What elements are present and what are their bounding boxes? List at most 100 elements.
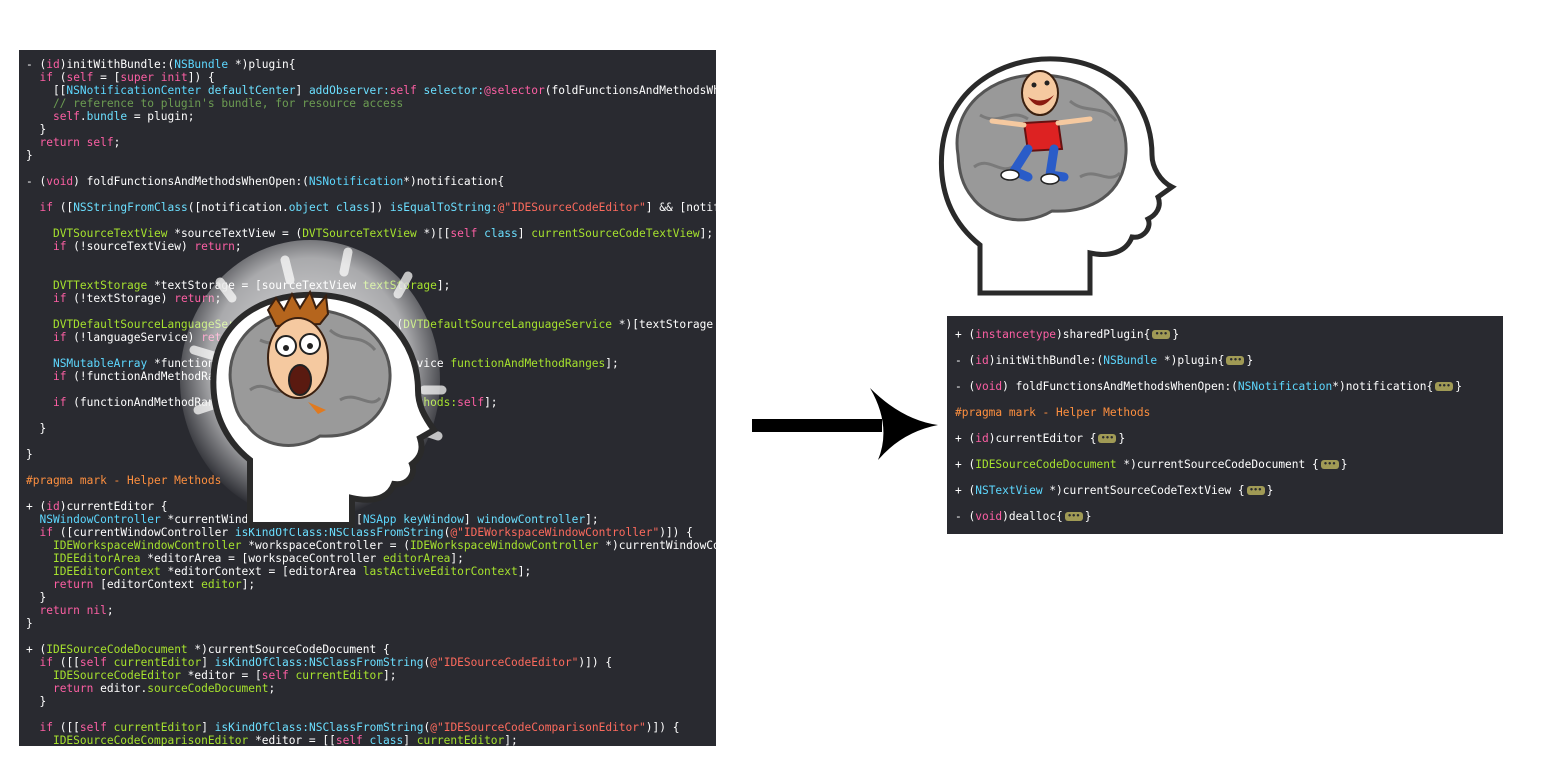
code-token: if — [52, 370, 67, 383]
code-token: + ( — [955, 484, 976, 497]
code-token: ] — [201, 721, 215, 734]
code-token: if — [39, 656, 53, 669]
code-token: isKindOfClass: — [214, 721, 309, 734]
code-token: instancetype — [975, 328, 1057, 341]
code-token: currentSourceCodeTextView — [531, 227, 700, 240]
code-token: *)plugin{ — [228, 58, 296, 71]
code-token: @"IDESourceCodeComparisonEditor" — [430, 721, 646, 734]
code-line: IDEEditorContext *editorContext = [edito… — [26, 565, 716, 578]
code-token: IDEEditorArea — [52, 552, 141, 565]
fold-ellipsis-button[interactable]: ••• — [1064, 511, 1083, 521]
code-token: ]; — [517, 565, 532, 578]
code-line: - (id)initWithBundle:(NSBundle *)plugin{ — [26, 58, 716, 71]
arrow-right-icon — [752, 388, 938, 460]
code-line: } — [26, 617, 716, 630]
fold-ellipsis-button[interactable]: ••• — [1098, 433, 1117, 443]
code-token: } — [26, 617, 33, 630]
code-token: currentEditor — [416, 734, 505, 746]
code-token: NSNotificationCenter — [66, 84, 202, 97]
code-token: (!sourceTextView) — [66, 240, 195, 253]
folded-code-line: - (void)dealloc{•••} — [955, 510, 1092, 524]
code-line: - (void) foldFunctionsAndMethodsWhenOpen… — [26, 175, 716, 188]
code-token: } — [1266, 484, 1274, 497]
code-token: } — [1118, 432, 1126, 445]
code-token: } — [1084, 510, 1092, 523]
code-token: return — [52, 578, 94, 591]
code-line: return nil; — [26, 604, 716, 617]
code-token: isKindOfClass: — [214, 656, 309, 669]
code-token: ]; — [241, 578, 256, 591]
code-token: sourceCodeDocument — [147, 682, 269, 695]
code-token: nil — [86, 604, 107, 617]
code-token: functionAndMethodRanges — [450, 357, 606, 370]
code-token: IDESourceCodeDocument — [46, 643, 188, 656]
code-token: void — [975, 510, 1003, 523]
code-token: *)[textStorage — [612, 318, 716, 331]
code-token: - ( — [955, 510, 976, 523]
fold-ellipsis-button[interactable]: ••• — [1435, 381, 1454, 391]
code-line: return editor.sourceCodeDocument; — [26, 682, 716, 695]
code-token: } — [1455, 380, 1463, 393]
code-token: *editor = [ — [180, 669, 262, 682]
code-line: [[NSNotificationCenter defaultCenter] ad… — [26, 84, 716, 97]
code-token: } — [26, 123, 47, 136]
fold-ellipsis-button[interactable]: ••• — [1320, 459, 1339, 469]
code-token: ([[ — [52, 656, 80, 669]
code-token: editorArea — [383, 552, 451, 565]
folded-code-line: - (id)initWithBundle:(NSBundle *)plugin{… — [955, 354, 1253, 368]
code-token: self — [86, 136, 114, 149]
folded-code-line: + (instancetype)sharedPlugin{•••} — [955, 328, 1179, 342]
code-token: } — [26, 422, 47, 435]
code-token: editor. — [93, 682, 148, 695]
code-token: DVTSourceTextView — [52, 227, 168, 240]
code-token: super — [120, 71, 155, 84]
code-token: if — [52, 331, 67, 344]
fold-ellipsis-button[interactable]: ••• — [1226, 355, 1245, 365]
code-token: ]) — [369, 201, 390, 214]
code-token: self — [52, 110, 80, 123]
fold-ellipsis-button[interactable]: ••• — [1152, 329, 1171, 339]
code-line: } — [26, 695, 716, 708]
code-token: ] — [295, 84, 309, 97]
code-token: selector: — [423, 84, 485, 97]
code-token: ]; — [484, 396, 498, 409]
code-token: class — [335, 201, 370, 214]
code-token: NSNotification — [308, 175, 404, 188]
code-token: self — [389, 84, 417, 97]
code-token: id — [975, 432, 989, 445]
code-token: self — [66, 71, 94, 84]
code-token: if — [39, 526, 53, 539]
code-token: *)currentSourceCodeDocument { — [1116, 458, 1319, 471]
code-token: isEqualToString: — [389, 201, 498, 214]
code-token: + ( — [26, 500, 47, 513]
code-token: ]) { — [187, 71, 215, 84]
fold-ellipsis-button[interactable]: ••• — [1246, 485, 1265, 495]
folded-code-editor[interactable]: + (instancetype)sharedPlugin{•••} - (id)i… — [947, 316, 1503, 534]
code-token: + ( — [955, 458, 976, 471]
code-token: self — [261, 669, 289, 682]
code-line: IDESourceCodeComparisonEditor *editor = … — [26, 734, 716, 746]
code-token: *editorArea = [workspaceController — [140, 552, 383, 565]
code-token: currentEditor — [113, 721, 202, 734]
code-token: id — [975, 354, 989, 367]
code-token: ) foldFunctionsAndMethodsWhenOpen:( — [1002, 380, 1238, 393]
code-token: if — [39, 71, 53, 84]
code-token: )currentEditor { — [59, 500, 168, 513]
code-token: )currentEditor { — [988, 432, 1097, 445]
code-token: ] — [403, 734, 417, 746]
code-token: ( — [52, 71, 67, 84]
code-token: DVTTextStorage — [52, 279, 148, 292]
code-token: NSClassFromString — [308, 656, 424, 669]
scared-head-icon — [180, 240, 447, 528]
